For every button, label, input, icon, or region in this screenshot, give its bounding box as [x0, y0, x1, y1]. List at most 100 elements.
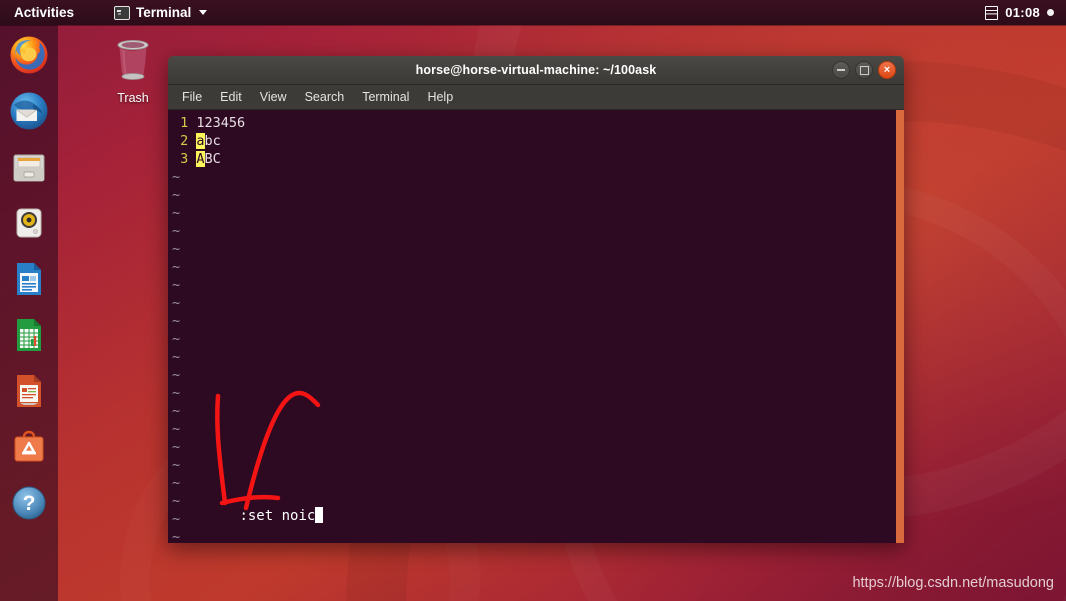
status-dot-icon — [1047, 9, 1054, 16]
vim-command-line[interactable]: :set noic — [172, 489, 324, 543]
vim-empty-line: ~ — [172, 402, 892, 420]
vim-empty-line: ~ — [172, 384, 892, 402]
vim-tilde-marker: ~ — [172, 205, 181, 221]
menu-item-file[interactable]: File — [174, 87, 210, 107]
vim-line: 1 123456 — [172, 114, 892, 132]
vim-line-text: BC — [204, 151, 221, 167]
vim-command-text: :set noic — [239, 508, 316, 524]
help-icon: ? — [12, 486, 46, 520]
ubuntu-software-icon — [14, 430, 44, 462]
firefox-icon — [10, 36, 48, 74]
chevron-down-icon — [199, 10, 208, 15]
vim-empty-line: ~ — [172, 294, 892, 312]
terminal-icon — [114, 5, 131, 20]
vim-empty-line: ~ — [172, 222, 892, 240]
vim-search-highlight: A — [196, 151, 205, 167]
vim-empty-line: ~ — [172, 348, 892, 366]
libreoffice-writer-icon — [17, 263, 41, 295]
terminal-titlebar[interactable]: horse@horse-virtual-machine: ~/100ask × — [168, 56, 904, 85]
activities-button[interactable]: Activities — [9, 3, 79, 22]
rhythmbox-icon — [16, 208, 42, 238]
vim-empty-line: ~ — [172, 204, 892, 222]
trash-label: Trash — [117, 91, 149, 105]
vim-tilde-marker: ~ — [172, 439, 181, 455]
vim-line-text: 123456 — [196, 115, 246, 131]
vim-tilde-marker: ~ — [172, 385, 181, 401]
dock: ? — [0, 25, 58, 601]
calendar-icon — [985, 5, 999, 20]
vim-line: 2 abc — [172, 132, 892, 150]
svg-text:?: ? — [23, 492, 36, 515]
app-menu-label: Terminal — [136, 5, 192, 20]
vim-line-number: 3 — [180, 151, 189, 167]
thunderbird-icon — [10, 92, 48, 130]
libreoffice-impress-icon — [17, 375, 41, 407]
menu-item-view[interactable]: View — [252, 87, 295, 107]
window-title: horse@horse-virtual-machine: ~/100ask — [415, 63, 657, 77]
vim-line: 3 ABC — [172, 150, 892, 168]
watermark: https://blog.csdn.net/masudong — [852, 575, 1054, 591]
vim-tilde-marker: ~ — [172, 277, 181, 293]
trash-icon — [117, 40, 149, 80]
dock-item-help[interactable]: ? — [7, 481, 51, 525]
vim-empty-line: ~ — [172, 438, 892, 456]
vim-empty-line: ~ — [172, 276, 892, 294]
vim-tilde-marker: ~ — [172, 295, 181, 311]
minimize-button[interactable] — [832, 61, 850, 79]
clock[interactable]: 01:08 — [1005, 5, 1040, 20]
vim-buffer: 1 123456 2 abc 3 ABC ~ ~ ~ ~ ~ ~ ~ ~ ~ ~ ~ ~ ~ ~ ~ ~ ~ ~ ~ ~ ~ — [172, 114, 892, 543]
dock-item-thunderbird[interactable] — [7, 89, 51, 133]
dock-item-libreoffice-writer[interactable] — [7, 257, 51, 301]
vim-tilde-marker: ~ — [172, 241, 181, 257]
vim-empty-line: ~ — [172, 456, 892, 474]
vim-empty-line: ~ — [172, 168, 892, 186]
maximize-button[interactable] — [855, 61, 873, 79]
vim-tilde-marker: ~ — [172, 457, 181, 473]
menu-item-search[interactable]: Search — [297, 87, 353, 107]
terminal-window[interactable]: horse@horse-virtual-machine: ~/100ask × … — [168, 56, 904, 543]
files-icon — [13, 154, 45, 182]
vim-line-number: 2 — [180, 133, 189, 149]
vim-empty-line: ~ — [172, 186, 892, 204]
vim-line-number: 1 — [180, 115, 189, 131]
menu-item-terminal[interactable]: Terminal — [354, 87, 417, 107]
vim-tilde-marker: ~ — [172, 187, 181, 203]
close-button[interactable]: × — [878, 61, 896, 79]
vim-tilde-marker: ~ — [172, 403, 181, 419]
vim-tilde-marker: ~ — [172, 331, 181, 347]
vim-tilde-marker: ~ — [172, 313, 181, 329]
menu-item-edit[interactable]: Edit — [212, 87, 250, 107]
vim-empty-line: ~ — [172, 366, 892, 384]
close-icon: × — [883, 63, 891, 76]
dock-item-ubuntu-software[interactable] — [7, 425, 51, 469]
vim-tilde-marker: ~ — [172, 169, 181, 185]
vim-tilde-marker: ~ — [172, 367, 181, 383]
window-controls: × — [832, 56, 896, 84]
app-menu-terminal[interactable]: Terminal — [109, 3, 212, 22]
vim-tilde-marker: ~ — [172, 259, 181, 275]
vim-tilde-marker: ~ — [172, 421, 181, 437]
vim-line-text: bc — [204, 133, 221, 149]
vim-tilde-marker: ~ — [172, 223, 181, 239]
vim-empty-line: ~ — [172, 330, 892, 348]
vim-tilde-marker: ~ — [172, 349, 181, 365]
dock-item-firefox[interactable] — [7, 33, 51, 77]
dock-item-libreoffice-impress[interactable] — [7, 369, 51, 413]
vim-empty-line: ~ — [172, 258, 892, 276]
vim-empty-line: ~ — [172, 312, 892, 330]
terminal-menubar: File Edit View Search Terminal Help — [168, 85, 904, 110]
terminal-scrollbar[interactable] — [896, 110, 904, 543]
dock-item-rhythmbox[interactable] — [7, 201, 51, 245]
vim-empty-line: ~ — [172, 420, 892, 438]
libreoffice-calc-icon — [17, 319, 41, 351]
text-cursor — [315, 507, 324, 523]
menu-item-help[interactable]: Help — [419, 87, 461, 107]
status-area[interactable]: 01:08 — [985, 0, 1066, 25]
vim-search-highlight: a — [196, 133, 205, 149]
terminal-body[interactable]: 1 123456 2 abc 3 ABC ~ ~ ~ ~ ~ ~ ~ ~ ~ ~ ~ ~ ~ ~ ~ ~ ~ ~ ~ ~ ~ :se… — [168, 110, 904, 543]
dock-item-files[interactable] — [7, 145, 51, 189]
desktop-icon-trash[interactable]: Trash — [98, 36, 168, 105]
dock-item-libreoffice-calc[interactable] — [7, 313, 51, 357]
vim-empty-line: ~ — [172, 240, 892, 258]
desktop: Activities Terminal 01:08 ? Trash horse@… — [0, 0, 1066, 601]
